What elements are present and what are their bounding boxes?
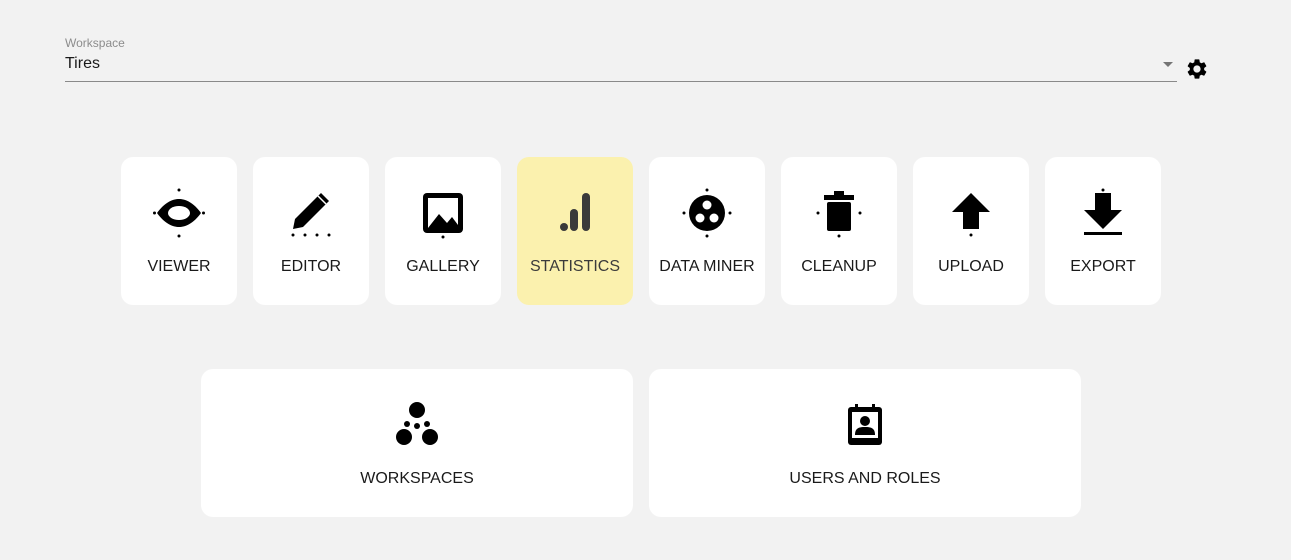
bubbles-icon [396, 402, 438, 445]
workspace-select[interactable]: Workspace Tires [65, 35, 1177, 82]
gear-icon[interactable] [1185, 57, 1209, 81]
tile-users-and-roles[interactable]: USERS AND ROLES [649, 369, 1081, 517]
workspace-select-value: Tires [65, 55, 100, 72]
tile-upload-label: UPLOAD [938, 258, 1004, 275]
image-icon [423, 193, 463, 239]
tile-viewer-label: VIEWER [147, 258, 211, 275]
data-miner-icon [682, 188, 732, 238]
pencil-icon [291, 193, 331, 237]
tile-data-miner-label: DATA MINER [659, 258, 755, 275]
home-page: Workspace Tires VIEWER EDITOR GALLERY ST… [0, 0, 1291, 560]
tile-statistics-label: STATISTICS [529, 258, 621, 275]
eye-icon [153, 188, 205, 238]
tile-workspaces[interactable]: WORKSPACES [201, 369, 633, 517]
tile-export-label: EXPORT [1070, 258, 1136, 275]
tile-editor[interactable]: EDITOR [253, 157, 369, 305]
tile-export[interactable]: EXPORT [1045, 157, 1161, 305]
trash-icon [816, 191, 862, 238]
bar-chart-icon [560, 193, 590, 231]
download-arrow-icon [1084, 188, 1122, 235]
chevron-down-icon[interactable] [1163, 62, 1173, 67]
tile-data-miner[interactable]: DATA MINER [649, 157, 765, 305]
tile-viewer[interactable]: VIEWER [121, 157, 237, 305]
tile-upload[interactable]: UPLOAD [913, 157, 1029, 305]
contact-badge-icon [848, 404, 882, 445]
tile-cleanup[interactable]: CLEANUP [781, 157, 897, 305]
tile-gallery[interactable]: GALLERY [385, 157, 501, 305]
tile-editor-label: EDITOR [280, 258, 342, 275]
tile-statistics[interactable]: STATISTICS [517, 157, 633, 305]
tile-gallery-label: GALLERY [406, 258, 480, 275]
tile-users-and-roles-label: USERS AND ROLES [789, 470, 941, 487]
upload-arrow-icon [952, 193, 990, 237]
tile-cleanup-label: CLEANUP [801, 258, 877, 275]
workspace-select-label: Workspace [65, 36, 125, 50]
tile-workspaces-label: WORKSPACES [360, 470, 474, 487]
